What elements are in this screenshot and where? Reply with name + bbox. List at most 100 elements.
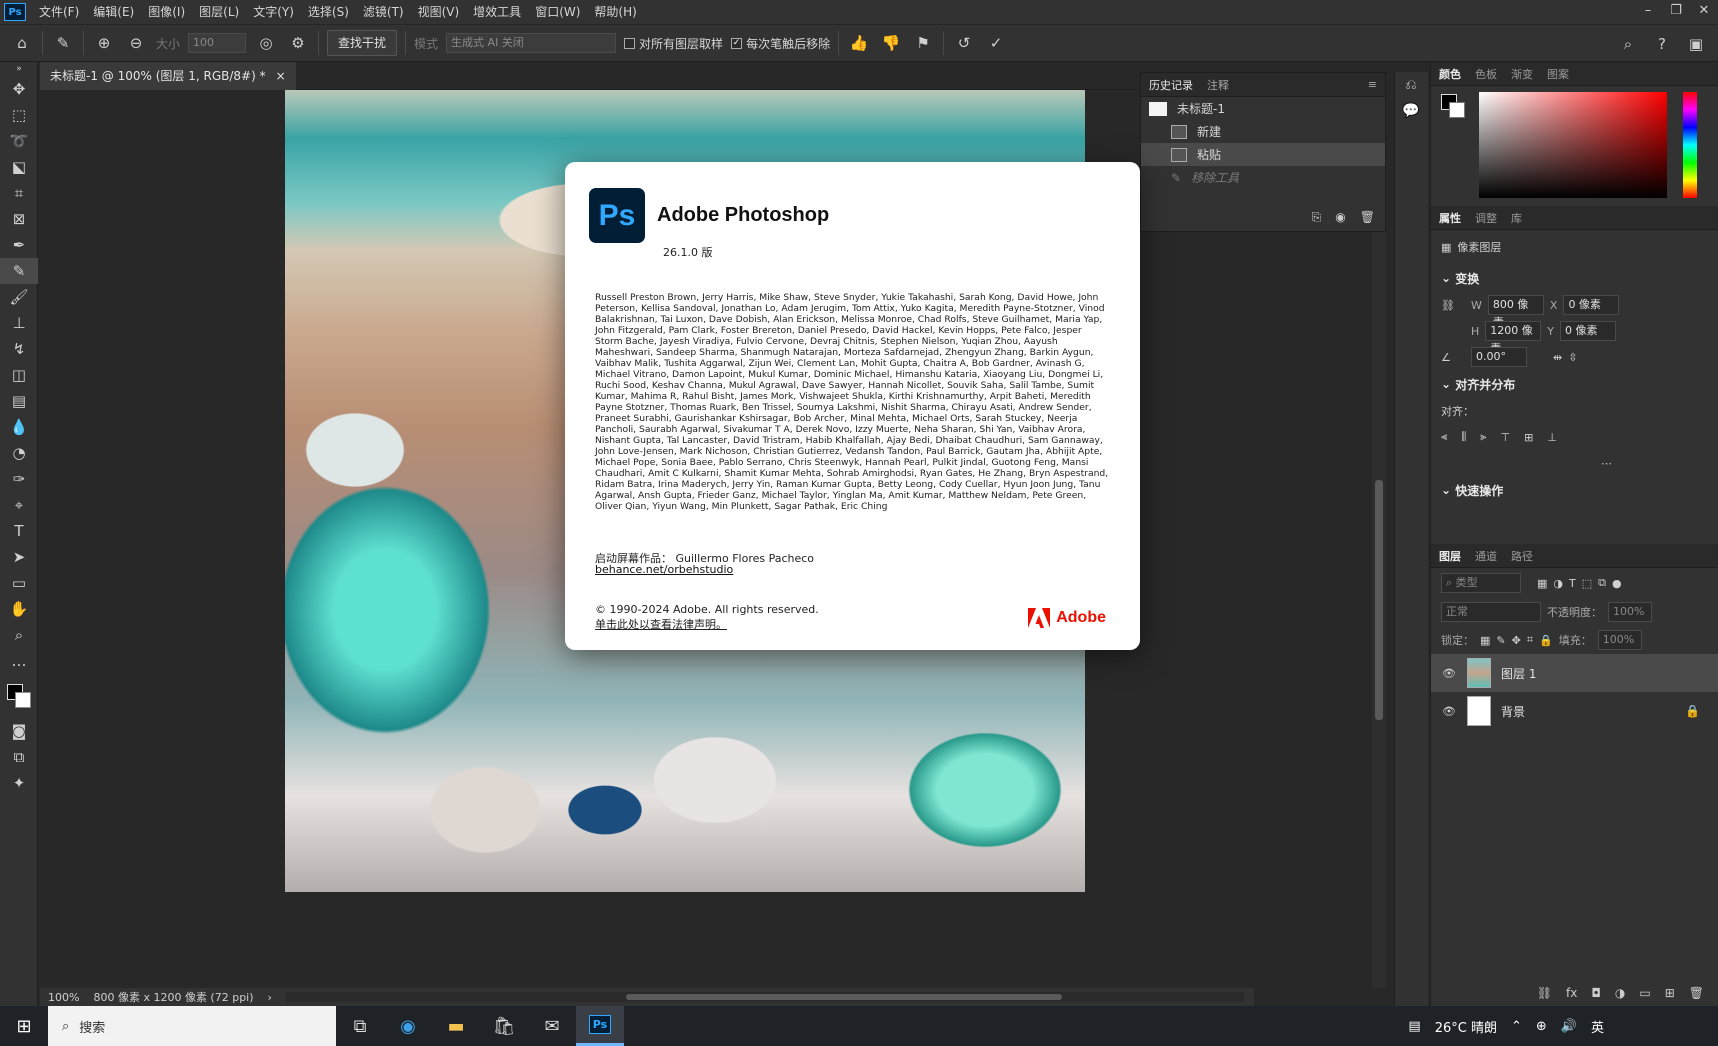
frame-tool-icon[interactable]: ⊠ [0,206,38,232]
menu-help[interactable]: 帮助(H) [587,0,643,24]
pen-anchor-icon[interactable]: ⌖ [0,492,38,518]
tab-properties[interactable]: 属性 [1439,210,1461,226]
store-icon[interactable]: 🛍 [480,1006,528,1046]
align-right-icon[interactable]: ⫸ [1480,430,1486,444]
background-swatch[interactable] [1449,102,1465,118]
scroll-thumb[interactable] [1375,480,1383,720]
type-tool-icon[interactable]: T [0,518,38,544]
saturation-value-field[interactable] [1479,92,1667,198]
generative-icon[interactable]: ✦ [0,770,38,796]
photoshop-taskbar-icon[interactable]: Ps [576,1006,624,1046]
marquee-tool-icon[interactable]: ⬚ [0,102,38,128]
chevron-right-icon[interactable]: › [268,991,272,1004]
history-panel-icon[interactable]: ⎌ [1395,72,1427,98]
more-tools-icon[interactable]: … [0,648,38,674]
tab-gradients[interactable]: 渐变 [1511,66,1533,82]
filter-shape-icon[interactable]: ⬚ [1582,577,1592,590]
help-icon[interactable]: ? [1650,32,1674,56]
workspace-icon[interactable]: ▣ [1684,32,1708,56]
filter-pixel-icon[interactable]: ▦ [1537,577,1547,590]
crop-tool-icon[interactable]: ⌗ [0,180,38,206]
blur-tool-icon[interactable]: 💧 [0,414,38,440]
home-icon[interactable]: ⌂ [10,31,34,55]
pressure-icon[interactable]: ◎ [254,31,278,55]
filter-type-icon[interactable]: T [1569,577,1576,590]
hue-slider[interactable] [1683,92,1697,198]
angle-field[interactable]: 0.00° [1471,347,1527,367]
y-field[interactable]: 0 像素 [1560,321,1617,341]
panel-menu-icon[interactable]: ≡ [1368,78,1377,91]
edge-browser-icon[interactable]: ◉ [384,1006,432,1046]
splash-link[interactable]: behance.net/orbehstudio [595,563,733,576]
size-input[interactable]: 100 [188,33,247,53]
flag-icon[interactable]: ⚑ [911,31,935,55]
lock-position-icon[interactable]: ✥ [1512,634,1521,647]
align-bottom-icon[interactable]: ⊥ [1547,431,1557,444]
width-field[interactable]: 800 像素 [1487,295,1544,329]
eraser-tool-icon[interactable]: ◫ [0,362,38,388]
close-tab-icon[interactable]: × [276,62,286,90]
menu-plugins[interactable]: 增效工具 [466,0,528,24]
path-select-icon[interactable]: ➤ [0,544,38,570]
remove-tool-preset-icon[interactable]: ✎ [51,31,75,55]
screen-mode-icon[interactable]: ⧉ [0,744,38,770]
close-icon[interactable]: ✕ [1690,0,1718,24]
tab-channels[interactable]: 通道 [1475,548,1497,564]
fill-field[interactable]: 100% [1597,630,1642,650]
history-brush-icon[interactable]: ↯ [0,336,38,362]
restore-icon[interactable]: ❐ [1662,0,1690,24]
tab-layers[interactable]: 图层 [1439,548,1461,564]
filter-toggle-icon[interactable]: ● [1612,577,1622,590]
thumbs-up-icon[interactable]: 👍 [847,31,871,55]
eye-icon[interactable]: 👁 [1441,705,1457,718]
collapse-arrows-icon[interactable]: » [0,62,38,76]
lock-pixels-icon[interactable]: ✎ [1496,634,1505,647]
weather-icon[interactable]: ▤ [1408,1019,1420,1034]
fx-icon[interactable]: fx [1566,986,1577,1000]
transform-section[interactable]: ⌄ 变换 [1431,264,1718,292]
pen-tool-icon[interactable]: ✑ [0,466,38,492]
network-icon[interactable]: ⊕ [1536,1019,1547,1034]
layer-name[interactable]: 背景 [1501,703,1525,720]
brush-subtract-icon[interactable]: ⊖ [124,31,148,55]
new-document-icon[interactable]: ⎘ [1312,210,1322,225]
file-explorer-icon[interactable]: ▬ [432,1006,480,1046]
windows-start-icon[interactable]: ⊞ [0,1006,48,1046]
adjustment-layer-icon[interactable]: ◑ [1615,986,1625,1000]
x-field[interactable]: 0 像素 [1563,295,1620,315]
thumbs-down-icon[interactable]: 👎 [879,31,903,55]
mask-icon[interactable]: ◘ [1591,986,1601,1000]
align-vcenter-icon[interactable]: ⊞ [1524,431,1533,444]
quick-actions-section[interactable]: ⌄ 快速操作 [1431,476,1718,504]
hand-tool-icon[interactable]: ✋ [0,596,38,622]
eyedropper-tool-icon[interactable]: ✒ [0,232,38,258]
menu-image[interactable]: 图像(I) [141,0,192,24]
background-color[interactable] [15,692,31,708]
layer-row[interactable]: 👁 背景 🔒 [1431,692,1718,730]
height-field[interactable]: 1200 像素 [1485,321,1542,355]
ps-app-icon[interactable]: Ps [4,3,26,21]
lock-transparency-icon[interactable]: ▦ [1480,634,1490,647]
zoom-level[interactable]: 100% [48,991,79,1004]
sample-all-checkbox[interactable]: 对所有图层取样 [624,35,723,52]
tab-paths[interactable]: 路径 [1511,548,1533,564]
quick-mask-icon[interactable]: ◙ [0,718,38,744]
ime-indicator[interactable]: 英 [1591,1017,1604,1036]
layer-row[interactable]: 👁 图层 1 [1431,654,1718,692]
menu-select[interactable]: 选择(S) [301,0,356,24]
lasso-tool-icon[interactable]: ➰ [0,128,38,154]
menu-view[interactable]: 视图(V) [411,0,467,24]
menu-type[interactable]: 文字(Y) [246,0,301,24]
volume-icon[interactable]: 🔊 [1561,1019,1577,1034]
zoom-tool-icon[interactable]: ⌕ [0,622,38,648]
trash-icon[interactable]: 🗑 [1689,986,1704,1000]
flip-horizontal-icon[interactable]: ⇹ [1553,351,1562,364]
cancel-icon[interactable]: ↺ [952,31,976,55]
object-select-tool-icon[interactable]: ⬕ [0,154,38,180]
tab-patterns[interactable]: 图案 [1547,66,1569,82]
menu-edit[interactable]: 编辑(E) [86,0,141,24]
tab-adjustments[interactable]: 调整 [1475,210,1497,226]
align-hcenter-icon[interactable]: ⫼ [1461,430,1466,444]
align-left-icon[interactable]: ⫷ [1441,430,1447,444]
commit-check-icon[interactable]: ✓ [984,31,1008,55]
